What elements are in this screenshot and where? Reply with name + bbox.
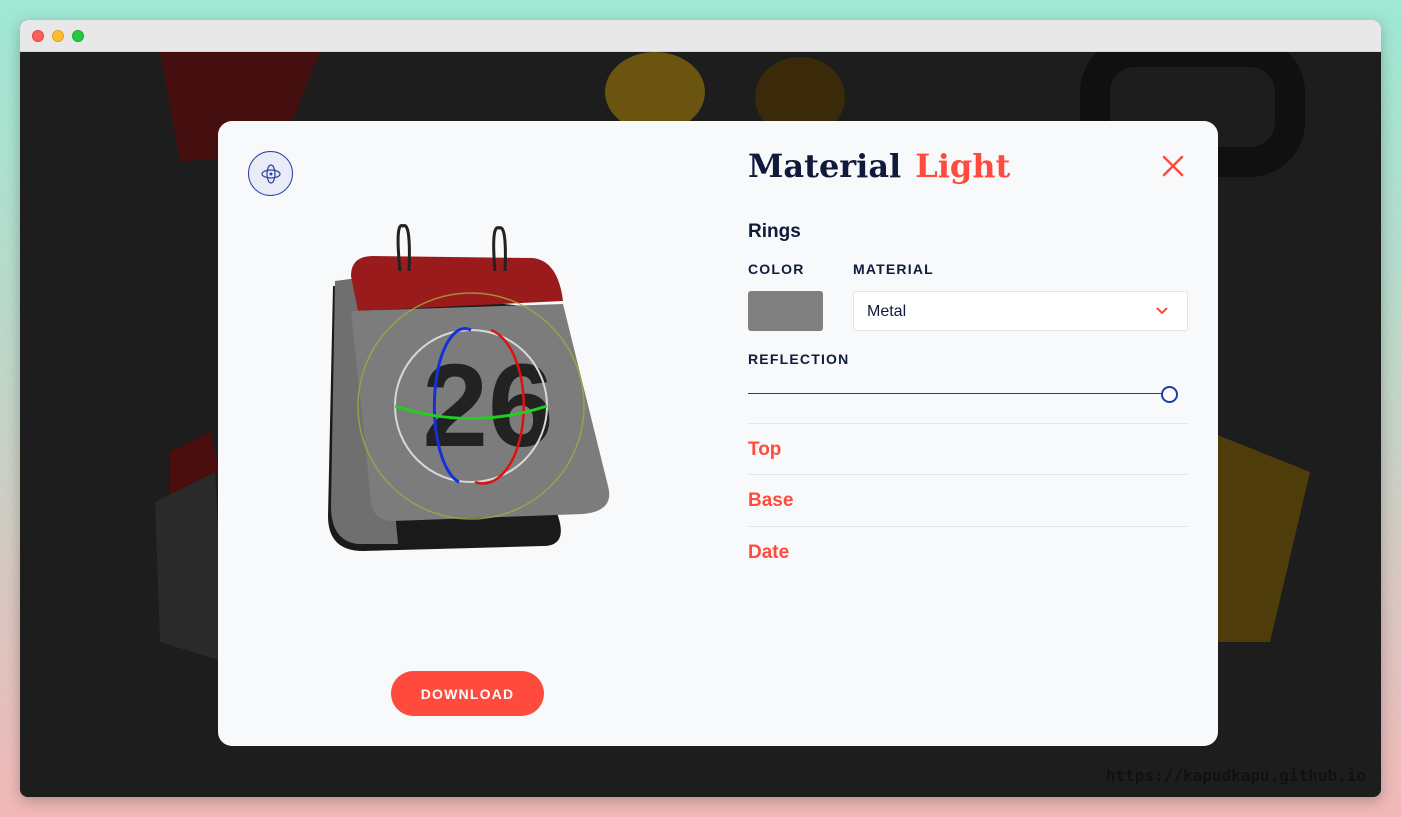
color-label: COLOR	[748, 261, 805, 277]
orbit-toggle-button[interactable]	[248, 151, 293, 196]
reflection-slider-thumb[interactable]	[1160, 386, 1178, 403]
calendar-date-text: 26	[422, 340, 553, 472]
close-icon[interactable]	[1160, 153, 1186, 179]
accordion-label-top: Top	[748, 439, 782, 460]
material-label: MATERIAL	[853, 261, 934, 277]
orbit-icon	[260, 163, 281, 184]
material-panel: Material Light Rings COLOR MATERIAL Metal…	[748, 121, 1188, 746]
material-modal: 26 DOWNLOAD Material Light Rings COLOR MA…	[218, 121, 1218, 746]
reflection-label: REFLECTION	[748, 351, 850, 367]
accordion-label-base: Base	[748, 490, 794, 511]
material-select-value: Metal	[867, 303, 907, 320]
ring-color-swatch[interactable]	[748, 291, 823, 331]
modal-title-primary: Material	[748, 147, 902, 185]
accordion-label-date: Date	[748, 542, 790, 563]
maximize-window-button[interactable]	[72, 30, 84, 42]
accordion-item-top[interactable]: Top	[748, 423, 1188, 475]
url-label: https://kapudkapu.github.io	[1105, 766, 1366, 785]
modal-title-accent: Light	[915, 147, 1011, 185]
close-window-button[interactable]	[32, 30, 44, 42]
section-title-rings: Rings	[748, 221, 801, 242]
minimize-window-button[interactable]	[52, 30, 64, 42]
reflection-slider-track[interactable]	[748, 393, 1169, 394]
accordion-item-base[interactable]: Base	[748, 474, 1188, 526]
browser-window: 26 DOWNLOAD Material Light Rings COLOR MA…	[20, 20, 1381, 797]
calendar-3d-preview[interactable]: 26	[303, 216, 643, 576]
chevron-down-icon	[1156, 307, 1168, 315]
window-titlebar	[20, 20, 1381, 52]
material-select[interactable]: Metal	[853, 291, 1188, 331]
download-button[interactable]: DOWNLOAD	[391, 671, 544, 716]
accordion-item-date[interactable]: Date	[748, 526, 1188, 578]
modal-title: Material Light	[748, 147, 1010, 185]
